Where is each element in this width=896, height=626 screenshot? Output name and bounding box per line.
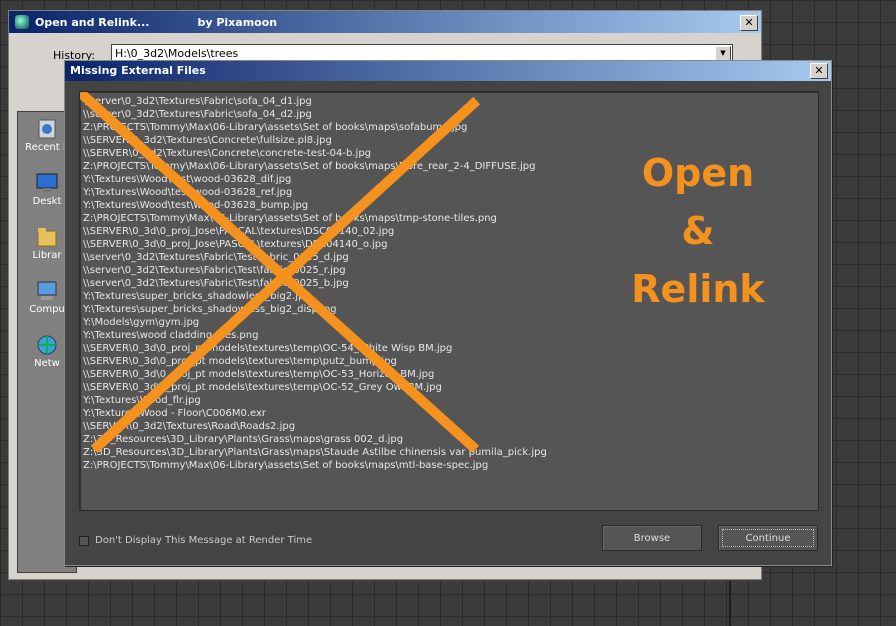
places-libraries-label: Librar xyxy=(32,250,62,261)
missing-file-item[interactable]: Y:\Models\gym\gym.jpg xyxy=(83,316,547,329)
missing-file-item[interactable]: \\SERVER\0_3d2\Textures\Road\Roads2.jpg xyxy=(83,420,547,433)
places-network-label: Netw xyxy=(34,358,60,369)
browse-label: Browse xyxy=(633,533,671,544)
missing-file-item[interactable]: Y:\Textures\Wood\test\wood-03628_ref.jpg xyxy=(83,186,547,199)
missing-file-item[interactable]: \\SERVER\0_3d2\Textures\Concrete\concret… xyxy=(83,147,547,160)
history-combo[interactable]: H:\0_3d2\Models\trees ▼ xyxy=(111,44,733,61)
open-relink-titlebar[interactable]: Open and Relink... by Pixamoon xyxy=(9,11,761,33)
missing-file-item[interactable]: Z:\PROJECTS\Tommy\Max\06-Library\assets\… xyxy=(83,459,547,472)
open-relink-title: Open and Relink... xyxy=(35,15,150,29)
missing-files-list: \\server\0_3d2\Textures\Fabric\sofa_04_d… xyxy=(83,95,547,472)
overlay-text-ampersand: & xyxy=(681,209,715,253)
missing-file-item[interactable]: \\server\0_3d2\Textures\Fabric\Test\fabr… xyxy=(83,264,547,277)
missing-file-item[interactable]: \\server\0_3d2\Textures\Fabric\Test\fabr… xyxy=(83,251,547,264)
missing-file-item[interactable]: Y:\Textures\Wood\test\wood-03628_bump.jp… xyxy=(83,199,547,212)
places-computer-label: Compu xyxy=(29,304,65,315)
viewport-border xyxy=(729,578,731,626)
dont-display-label: Don't Display This Message at Render Tim… xyxy=(95,535,313,546)
missing-file-item[interactable]: \\SERVER\0_3d\0_proj_pt models\textures\… xyxy=(83,355,547,368)
chevron-down-icon[interactable]: ▼ xyxy=(715,46,731,61)
libraries-icon xyxy=(35,226,59,248)
continue-button[interactable]: Continue xyxy=(718,525,818,551)
missing-file-item[interactable]: \\SERVER\0_3d2\Textures\Concrete\fullsiz… xyxy=(83,134,547,147)
pixamoon-app-icon xyxy=(15,15,29,29)
missing-file-item[interactable]: \\server\0_3d2\Textures\Fabric\sofa_04_d… xyxy=(83,95,547,108)
missing-file-item[interactable]: Z:\PROJECTS\Tommy\Max\06-Library\assets\… xyxy=(83,121,547,134)
dont-display-row[interactable]: Don't Display This Message at Render Tim… xyxy=(79,535,312,546)
places-recent-label: Recent P xyxy=(25,142,69,153)
missing-file-item[interactable]: Z:\PROJECTS\Tommy\Max\06-Library\assets\… xyxy=(83,212,547,225)
missing-file-item[interactable]: Y:\Textures\Wood\test\wood-03628_dif.jpg xyxy=(83,173,547,186)
missing-files-close-button[interactable]: ✕ xyxy=(810,63,828,79)
missing-file-item[interactable]: Y:\Textures\Wood_flr.jpg xyxy=(83,394,547,407)
missing-file-item[interactable]: Z:\3D_Resources\3D_Library\Plants\Grass\… xyxy=(83,433,547,446)
missing-files-dialog: Missing External Files ✕ \\server\0_3d2\… xyxy=(64,60,832,566)
missing-file-item[interactable]: \\server\0_3d2\Textures\Fabric\Test\fabr… xyxy=(83,277,547,290)
missing-file-item[interactable]: Z:\PROJECTS\Tommy\Max\06-Library\assets\… xyxy=(83,160,547,173)
dont-display-checkbox[interactable] xyxy=(79,535,89,546)
open-relink-author: by Pixamoon xyxy=(197,15,278,29)
missing-file-item[interactable]: Y:\Textures\wood cladding tiles.png xyxy=(83,329,547,342)
network-icon xyxy=(35,334,59,356)
overlay-text-open: Open xyxy=(641,151,755,195)
missing-file-item[interactable]: Y:\Textures\super_bricks_shadowless_big2… xyxy=(83,290,547,303)
missing-files-title: Missing External Files xyxy=(70,64,206,77)
recent-places-icon xyxy=(35,118,59,140)
missing-file-item[interactable]: \\SERVER\0_3d\0_proj_Jose\PASCAL\texture… xyxy=(83,238,547,251)
computer-icon xyxy=(35,280,59,302)
missing-file-item[interactable]: Z:\3D_Resources\3D_Library\Plants\Grass\… xyxy=(83,446,547,459)
missing-file-item[interactable]: \\SERVER\0_3d\0_proj_pt models\textures\… xyxy=(83,342,547,355)
overlay-text-relink: Relink xyxy=(631,267,765,311)
missing-file-item[interactable]: Y:\Textures\Wood - Floor\C006M0.exr xyxy=(83,407,547,420)
places-desktop-label: Deskt xyxy=(32,196,62,207)
focus-rect xyxy=(722,529,814,547)
open-relink-close-button[interactable]: ✕ xyxy=(740,15,758,31)
missing-files-list-box[interactable]: \\server\0_3d2\Textures\Fabric\sofa_04_d… xyxy=(79,91,819,511)
missing-files-titlebar[interactable]: Missing External Files xyxy=(65,61,831,81)
missing-file-item[interactable]: \\SERVER\0_3d\0_proj_Jose\PASCAL\texture… xyxy=(83,225,547,238)
history-value: H:\0_3d2\Models\trees xyxy=(115,47,239,60)
missing-file-item[interactable]: \\SERVER\0_3d\0_proj_pt models\textures\… xyxy=(83,368,547,381)
missing-file-item[interactable]: \\SERVER\0_3d\0_proj_pt models\textures\… xyxy=(83,381,547,394)
missing-file-item[interactable]: \\server\0_3d2\Textures\Fabric\sofa_04_d… xyxy=(83,108,547,121)
browse-button[interactable]: Browse xyxy=(602,525,702,551)
missing-file-item[interactable]: Y:\Textures\super_bricks_shadowless_big2… xyxy=(83,303,547,316)
desktop-icon xyxy=(35,172,59,194)
